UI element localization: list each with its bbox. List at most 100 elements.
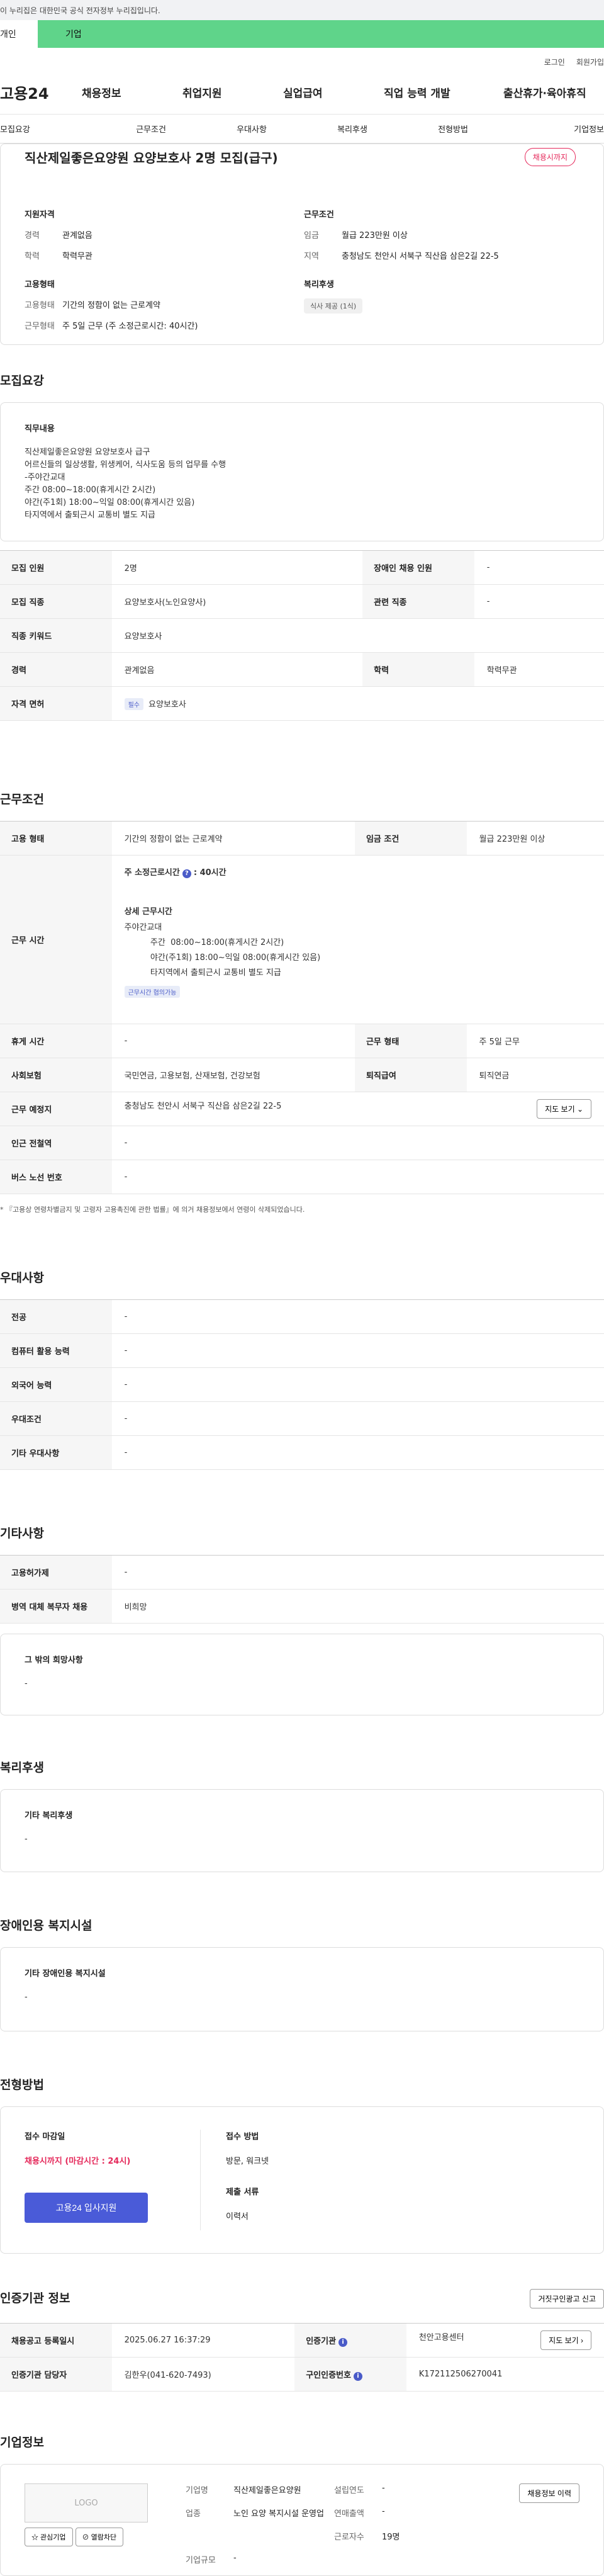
table-row: 우대조건 - [0, 1401, 604, 1436]
cname-value: 직산제일좋은요양원 [233, 2486, 301, 2495]
site-logo[interactable]: 고용24 [0, 81, 82, 103]
agency-table: 채용공고 등록일시 2025.06.27 16:37:29 인증기관 i 천안고용센터 지… [0, 2323, 604, 2392]
age-note: * 『고용상 연령차별금지 및 고령자 고용촉진에 관한 법률』에 의거 채용정… [0, 1206, 305, 1214]
count-value: 2명 [111, 550, 363, 585]
job-value: 요양보호사(노인요양사) [111, 584, 363, 619]
emp-value: 기간의 정함이 없는 근로계약 [111, 821, 355, 856]
table-row: 버스 노선 번호 - [0, 1160, 604, 1194]
place-cell: 충청남도 천안시 서북구 직산읍 삼은2길 22-5 지도 보기 ⌄ [111, 1092, 604, 1126]
duty-head: 직무내용 [25, 424, 55, 434]
reg-value: 2025.06.27 16:37:29 [111, 2323, 295, 2358]
wage-cond-label: 임금 조건 [354, 821, 467, 856]
worktype-label: 근무 형태 [354, 1024, 467, 1058]
help-icon[interactable]: ? [182, 869, 191, 878]
work-value: 주 5일 근무 (주 소정근로시간: 40시간) [62, 322, 198, 331]
signup-link[interactable]: 회원가입 [576, 58, 604, 67]
emp-type-value: 기간의 정함이 없는 근로계약 [62, 301, 160, 310]
tab-personal[interactable]: 개인 [0, 20, 38, 48]
table-row: 컴퓨터 활용 능력 - [0, 1333, 604, 1368]
gnb-training[interactable]: 직업 능력 개발 [384, 84, 503, 100]
table-row: 근무 예정지 충청남도 천안시 서북구 직산읍 삼은2길 22-5 지도 보기 ⌄ [0, 1092, 604, 1126]
language-label: 외국어 능력 [0, 1367, 112, 1402]
keyword-value: 요양보호사 [111, 618, 604, 653]
hours-value-text: : 40시간 [193, 868, 226, 878]
severance-label: 퇴직급여 [354, 1058, 467, 1092]
company-title: 기업정보 [0, 2436, 44, 2449]
table-row: 사회보험 국민연금, 고용보험, 산재보험, 건강보험 퇴직급여 퇴직연금 [0, 1058, 604, 1092]
anchor-process[interactable]: 전형방법 [403, 123, 503, 135]
edu-row-label: 학력 [362, 652, 474, 687]
gnb-jobs[interactable]: 채용정보 [82, 84, 182, 100]
detail-head: 상세 근무시간 [124, 907, 172, 917]
gnb-employment-support[interactable]: 취업지원 [182, 84, 283, 100]
gnb-unemployment[interactable]: 실업급여 [283, 84, 384, 100]
anchor-preference[interactable]: 우대사항 [201, 123, 302, 135]
computer-value: - [111, 1333, 604, 1368]
reqno-label: 구인인증번호 i [294, 2357, 406, 2392]
table-row: 채용공고 등록일시 2025.06.27 16:37:29 인증기관 i 천안고용센터 지… [0, 2323, 604, 2358]
table-row: 모집 인원 2명 장애인 채용 인원 - [0, 550, 604, 585]
hours-cell: 주 소정근로시간?: 40시간 상세 근무시간 주야간교대 주간 08:00~1… [111, 855, 604, 1024]
region-label: 지역 [304, 252, 319, 261]
employees-label: 근로자수 [334, 2533, 364, 2542]
gnb-parental-leave[interactable]: 출산휴가·육아휴직 [503, 84, 604, 100]
table-row: 직종 키워드 요양보호사 [0, 618, 604, 653]
history-button[interactable]: 채용정보 이력 [519, 2483, 579, 2503]
permit-value: - [111, 1555, 604, 1590]
insurance-value: 국민연금, 고용보험, 산재보험, 건강보험 [111, 1058, 355, 1092]
table-row: 전공 - [0, 1299, 604, 1334]
count-label: 모집 인원 [0, 550, 112, 585]
welfare-title: 복리후생 [0, 1761, 44, 1775]
block-company-button[interactable]: ⊘ 열람차단 [75, 2528, 124, 2546]
wage-value: 월급 223만원 이상 [342, 231, 408, 240]
work-label: 근무형태 [25, 322, 55, 331]
agency-cell: 천안고용센터 지도 보기 › [406, 2323, 604, 2358]
table-row: 기타 우대사항 - [0, 1435, 604, 1470]
anchor-conditions[interactable]: 근무조건 [101, 123, 201, 135]
edu-value: 학력무관 [62, 252, 92, 261]
permit-label: 고용허가제 [0, 1555, 112, 1590]
detail-text: 주야간교대 주간 08:00~18:00(휴게시간 2시간) 야간(주1회) 1… [124, 923, 321, 978]
anchor-recruit[interactable]: 모집요강 [0, 123, 101, 135]
sales-label: 연매출액 [334, 2509, 364, 2519]
table-row: 고용허가제 - [0, 1555, 604, 1590]
place-label: 근무 예정지 [0, 1092, 112, 1126]
wage-cond-value: 월급 223만원 이상 [466, 821, 604, 856]
deadline-head: 접수 마감일 [25, 2132, 65, 2142]
util-nav: 로그인 회원가입 [0, 48, 604, 71]
facility-value: - [25, 1992, 28, 2002]
help-icon[interactable]: i [353, 2371, 362, 2381]
employees-value: 19명 [382, 2533, 400, 2542]
bus-label: 버스 노선 번호 [0, 1160, 112, 1194]
login-link[interactable]: 로그인 [544, 58, 565, 67]
emp-type-label: 고용형태 [25, 301, 55, 310]
conditions-table: 고용 형태 기간의 정함이 없는 근로계약 임금 조건 월급 223만원 이상 근무 … [0, 821, 604, 1194]
bus-value: - [111, 1160, 604, 1194]
license-cell: 필수 요양보호사 [111, 686, 604, 721]
anchor-welfare[interactable]: 복리후생 [302, 123, 403, 135]
table-row: 병역 대체 복무자 채용 비희망 [0, 1589, 604, 1624]
table-row: 모집 직종 요양보호사(노인요양사) 관련 직종 - [0, 584, 604, 619]
table-row: 휴게 시간 - 근무 형태 주 5일 근무 [0, 1024, 604, 1058]
agency-map-button[interactable]: 지도 보기 › [540, 2330, 591, 2350]
tab-company[interactable]: 기업 [38, 20, 604, 48]
cond-head: 근무조건 [304, 210, 334, 220]
map-toggle-button[interactable]: 지도 보기 ⌄ [537, 1099, 591, 1119]
career-row-value: 관계없음 [111, 652, 363, 687]
anchor-company[interactable]: 기업정보 [503, 123, 604, 135]
help-icon[interactable]: i [338, 2337, 348, 2347]
apply-button[interactable]: 고용24 입사지원 [25, 2193, 148, 2223]
company-box: LOGO ☆ 관심기업 ⊘ 열람차단 기업명 직산제일좋은요양원 설립연도 - 업종 노인… [0, 2464, 604, 2576]
founded-label: 설립연도 [334, 2486, 364, 2495]
anchor-nav: 모집요강 근무조건 우대사항 복리후생 전형방법 기업정보 [0, 115, 604, 144]
edu-row-value: 학력무관 [474, 652, 604, 687]
insurance-label: 사회보험 [0, 1058, 112, 1092]
table-row: 경력 관계없음 학력 학력무관 [0, 652, 604, 687]
hours-label: 근무 시간 [0, 855, 112, 1024]
report-button[interactable]: 거짓구인광고 신고 [530, 2289, 604, 2308]
welfare-head: 기타 복리후생 [25, 1811, 73, 1821]
pref-label: 우대조건 [0, 1401, 112, 1436]
favorite-company-button[interactable]: ☆ 관심기업 [25, 2528, 73, 2546]
welfare-value: - [25, 1834, 28, 1844]
conditions-title: 근무조건 [0, 793, 44, 806]
